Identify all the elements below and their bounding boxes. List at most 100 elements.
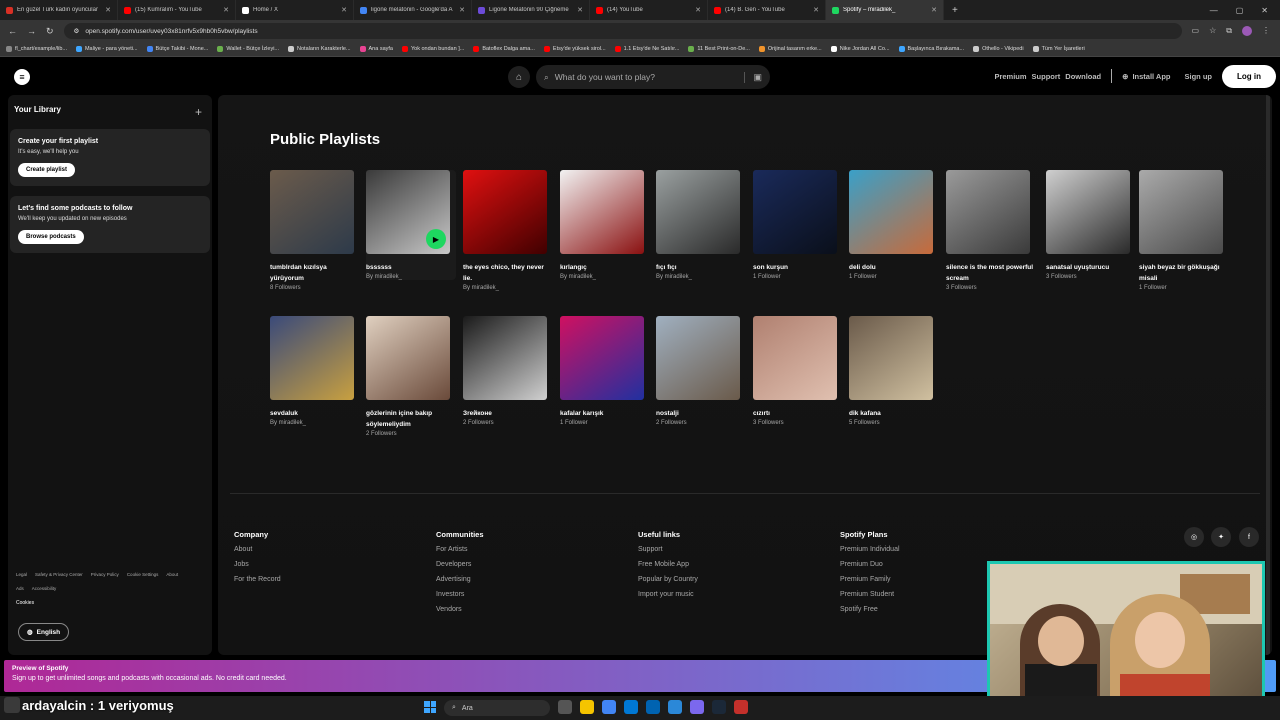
bookmark-item[interactable]: Orijinal tasarım erke... [758,46,822,52]
browser-tab[interactable]: Spotify – miradilek_ ✕ [826,0,944,20]
playlist-cover[interactable] [753,316,837,400]
footer-link[interactable]: Popular by Country [638,572,698,587]
playlist-card[interactable]: cızırtı 3 Followers [753,316,843,426]
legal-link[interactable]: Safety & Privacy Center [35,572,83,577]
taskbar-search[interactable]: ⌕ Ara [444,700,550,716]
playlist-name[interactable]: siyah beyaz bir gökkuşağı misali [1139,262,1229,284]
footer-link[interactable]: Spotify Free [840,602,900,617]
home-icon[interactable]: ⌂ [508,66,530,88]
task-view-icon[interactable] [558,700,572,714]
reload-icon[interactable]: ↻ [46,26,54,37]
playlist-card[interactable]: tumblrdan kızılsya yürüyorum 8 Followers [270,170,360,291]
legal-link[interactable]: Cookie Settings [127,572,159,577]
forward-icon[interactable]: → [27,26,36,36]
playlist-cover[interactable] [270,316,354,400]
footer-link[interactable]: Investors [436,587,484,602]
scrollbar[interactable] [1266,95,1270,655]
browser-tab[interactable]: (14) YouTube ✕ [590,0,708,20]
playlist-name[interactable]: sanatsal uyuşturucu [1046,262,1136,273]
minimize-icon[interactable]: — [1210,6,1218,15]
playlist-card[interactable]: dik kafana 5 Followers [849,316,939,426]
login-button[interactable]: Log in [1222,64,1276,88]
footer-link[interactable]: Vendors [436,602,484,617]
bookmark-item[interactable]: Bütçe Takibi - Mone... [146,46,208,52]
playlist-cover[interactable] [656,170,740,254]
tab-close-icon[interactable]: ✕ [695,6,701,14]
playlist-name[interactable]: sevdaluk [270,408,360,419]
playlist-name[interactable]: kırlangıç [560,262,650,273]
browser-tab[interactable]: (14) B. Gen - YouTube ✕ [708,0,826,20]
app-icon[interactable] [734,700,748,714]
playlist-card[interactable]: sanatsal uyuşturucu 3 Followers [1046,170,1136,280]
playlist-cover[interactable] [560,316,644,400]
playlist-cover[interactable]: ▶ [366,170,450,254]
profile-avatar[interactable] [1242,26,1252,36]
playlist-name[interactable]: gözlerinin içine bakıp söylemeliydim [366,408,456,430]
browser-tab[interactable]: Home / X ✕ [236,0,354,20]
install-app-link[interactable]: ⊕ Install App [1122,72,1170,81]
playlist-cover[interactable] [753,170,837,254]
bookmark-item[interactable]: Ana sayfa [359,46,393,52]
footer-link[interactable]: Advertising [436,572,484,587]
playlist-card[interactable]: kırlangıç By miradilek_ [560,170,650,280]
cast-icon[interactable]: ▭ [1192,26,1200,36]
playlist-name[interactable]: dik kafana [849,408,939,419]
close-window-icon[interactable]: ✕ [1261,6,1268,15]
playlist-name[interactable]: fıçı fıçı [656,262,746,273]
playlist-card[interactable]: son kurşun 1 Follower [753,170,843,280]
add-icon[interactable]: + [195,105,202,119]
twitter-icon[interactable]: ✦ [1211,527,1231,547]
windows-start-icon[interactable] [424,701,436,713]
playlist-cover[interactable] [1139,170,1223,254]
browser-tab[interactable]: (15) Kumralım - YouTube ✕ [118,0,236,20]
playlist-cover[interactable] [463,316,547,400]
footer-link[interactable]: Premium Family [840,572,900,587]
create-playlist-button[interactable]: Create playlist [18,163,76,177]
playlist-name[interactable]: nostalji [656,408,746,419]
extensions-icon[interactable]: ⧉ [1226,26,1232,36]
tab-close-icon[interactable]: ✕ [223,6,229,14]
playlist-name[interactable]: deli dolu [849,262,939,273]
playlist-cover[interactable] [463,170,547,254]
facebook-icon[interactable]: f [1239,527,1259,547]
playlist-cover[interactable] [656,316,740,400]
browser-tab[interactable]: En güzel Türk kadın oyuncular ✕ [0,0,118,20]
tab-close-icon[interactable]: ✕ [931,6,937,14]
playlist-cover[interactable] [270,170,354,254]
playlist-cover[interactable] [366,316,450,400]
site-info-icon[interactable]: ⚙ [74,27,80,35]
bookmark-item[interactable]: Wallet - Bütçe İzleyi... [217,46,279,52]
bookmark-item[interactable]: 11 Best Print-on-De... [688,46,750,52]
footer-link[interactable]: Premium Duo [840,557,900,572]
footer-link[interactable]: Developers [436,557,484,572]
header-link[interactable]: Download [1065,72,1101,81]
menu-dots-icon[interactable]: ⋮ [1262,26,1270,36]
footer-link[interactable]: Jobs [234,557,281,572]
language-button[interactable]: ◍ English [18,623,70,641]
playlist-card[interactable]: ▶ bssssss By miradilek_ [366,170,456,280]
back-icon[interactable]: ← [8,26,17,36]
browse-podcasts-button[interactable]: Browse podcasts [18,230,84,244]
bookmark-star-icon[interactable]: ☆ [1209,26,1216,36]
playlist-cover[interactable] [849,316,933,400]
bookmark-item[interactable]: Batoflex Dalga ama... [473,46,535,52]
browse-icon[interactable]: ▣ [744,71,762,83]
tab-close-icon[interactable]: ✕ [459,6,465,14]
discord-icon[interactable] [690,700,704,714]
playlist-name[interactable]: kafalar karışık [560,408,650,419]
footer-link[interactable]: Import your music [638,587,698,602]
playlist-name[interactable]: son kurşun [753,262,843,273]
tab-close-icon[interactable]: ✕ [577,6,583,14]
playlist-cover[interactable] [1046,170,1130,254]
footer-link[interactable]: About [234,542,281,557]
spotify-logo-icon[interactable]: ≡ [14,69,30,85]
playlist-card[interactable]: the eyes chico, they never lie. By miradi… [463,170,553,291]
bookmark-item[interactable]: Othello - Vikipedi [973,46,1024,52]
footer-link[interactable]: Support [638,542,698,557]
browser-tab[interactable]: ligone melatonin - Google'da A ✕ [354,0,472,20]
bookmark-item[interactable]: Etsy'de yüksek sirol... [543,46,606,52]
bookmark-item[interactable]: Maliye - para yöneti... [75,46,138,52]
tab-close-icon[interactable]: ✕ [813,6,819,14]
footer-link[interactable]: Premium Individual [840,542,900,557]
tab-close-icon[interactable]: ✕ [105,6,111,14]
